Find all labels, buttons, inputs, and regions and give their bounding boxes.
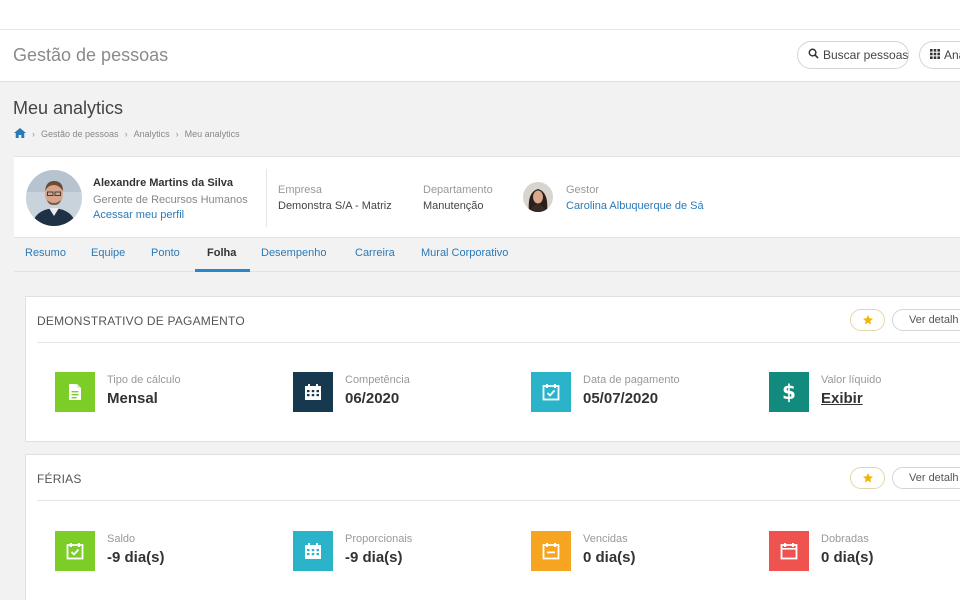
stat-payment-date: Data de pagamento 05/07/2020 — [531, 372, 761, 422]
document-icon — [55, 372, 95, 412]
manager-link[interactable]: Carolina Albuquerque de Sá — [566, 200, 704, 212]
stat-net-value: $ Valor líquido Exibir — [769, 372, 960, 422]
stat-value: 05/07/2020 — [583, 390, 659, 407]
tab-ponto[interactable]: Ponto — [151, 247, 180, 259]
stat-value: 0 dia(s) — [583, 549, 636, 566]
breadcrumb-item[interactable]: Analytics — [134, 129, 170, 139]
calendar-blank-icon — [769, 531, 809, 571]
stat-label: Tipo de cálculo — [107, 374, 181, 386]
stat-label: Vencidas — [583, 533, 628, 545]
stat-period: Competência 06/2020 — [293, 372, 523, 422]
profile-link[interactable]: Acessar meu perfil — [93, 209, 184, 221]
company-value: Demonstra S/A - Matriz — [278, 200, 392, 212]
tab-carreira[interactable]: Carreira — [355, 247, 395, 259]
search-people-button[interactable]: Buscar pessoas — [797, 41, 909, 69]
stat-proportional: Proporcionais -9 dia(s) — [293, 531, 523, 581]
payment-panel: DEMONSTRATIVO DE PAGAMENTO Ver detalh Ti… — [25, 296, 960, 442]
home-icon[interactable] — [14, 128, 26, 140]
stat-calculation-type: Tipo de cálculo Mensal — [55, 372, 285, 422]
manager-avatar — [523, 182, 553, 212]
stat-expired: Vencidas 0 dia(s) — [531, 531, 761, 581]
show-net-value-link[interactable]: Exibir — [821, 390, 863, 407]
stat-label: Dobradas — [821, 533, 869, 545]
stat-label: Data de pagamento — [583, 374, 680, 386]
chevron-right-icon: › — [32, 129, 35, 139]
analytics-button[interactable]: Ana — [919, 41, 960, 69]
panel-title: DEMONSTRATIVO DE PAGAMENTO — [37, 314, 245, 328]
breadcrumb-item[interactable]: Gestão de pessoas — [41, 129, 119, 139]
vacation-panel: FÉRIAS Ver detalh Saldo -9 dia(s) Propor… — [25, 454, 960, 600]
chevron-right-icon: › — [175, 129, 179, 139]
calendar-check-icon — [55, 531, 95, 571]
page-title: Meu analytics — [13, 98, 124, 118]
stat-balance: Saldo -9 dia(s) — [55, 531, 285, 581]
search-people-label: Buscar pessoas — [823, 48, 909, 62]
breadcrumb-item: Meu analytics — [184, 129, 240, 139]
stat-value: -9 dia(s) — [345, 549, 403, 566]
tab-mural-corporativo[interactable]: Mural Corporativo — [421, 247, 508, 259]
stat-value: Mensal — [107, 390, 158, 407]
stat-label: Saldo — [107, 533, 136, 545]
grid-icon — [930, 48, 940, 62]
favorite-button[interactable] — [850, 467, 885, 489]
browser-top-strip — [0, 0, 960, 30]
calendar-grid-icon — [293, 531, 333, 571]
department-value: Manutenção — [423, 200, 484, 212]
stat-value: -9 dia(s) — [107, 549, 165, 566]
favorite-button[interactable] — [850, 309, 885, 331]
avatar — [26, 170, 82, 226]
app-header: Gestão de pessoas Buscar pessoas Ana — [0, 30, 960, 82]
company-label: Empresa — [278, 184, 323, 196]
calendar-check-icon — [531, 372, 571, 412]
department-label: Departamento — [423, 184, 493, 196]
user-role: Gerente de Recursos Humanos — [93, 194, 248, 206]
search-icon — [808, 48, 819, 62]
profile-card: Alexandre Martins da Silva Gerente de Re… — [14, 156, 960, 238]
star-icon — [862, 315, 873, 325]
manager-label: Gestor — [566, 184, 600, 196]
analytics-label: Ana — [944, 48, 960, 62]
view-details-button[interactable]: Ver detalh — [892, 467, 960, 489]
stat-label: Proporcionais — [345, 533, 413, 545]
stat-label: Competência — [345, 374, 410, 386]
view-details-button[interactable]: Ver detalh — [892, 309, 960, 331]
stat-label: Valor líquido — [821, 374, 882, 386]
stat-value: 06/2020 — [345, 390, 400, 407]
stat-value: 0 dia(s) — [821, 549, 874, 566]
divider — [37, 500, 960, 501]
tab-resumo[interactable]: Resumo — [25, 247, 66, 259]
active-tab-indicator — [195, 269, 250, 272]
divider — [266, 169, 267, 227]
calendar-grid-icon — [293, 372, 333, 412]
star-icon — [862, 473, 873, 483]
app-title: Gestão de pessoas — [13, 45, 169, 65]
breadcrumb: › Gestão de pessoas › Analytics › Meu an… — [14, 128, 240, 140]
divider — [37, 342, 960, 343]
panel-title: FÉRIAS — [37, 472, 82, 486]
tab-equipe[interactable]: Equipe — [91, 247, 125, 259]
dollar-icon: $ — [769, 372, 809, 412]
calendar-minus-icon — [531, 531, 571, 571]
stat-doubled: Dobradas 0 dia(s) — [769, 531, 960, 581]
tab-folha[interactable]: Folha — [207, 247, 236, 259]
user-name: Alexandre Martins da Silva — [93, 177, 233, 189]
tab-bar: Resumo Equipe Ponto Folha Desempenho Car… — [14, 238, 960, 272]
tab-desempenho[interactable]: Desempenho — [261, 247, 326, 259]
chevron-right-icon: › — [124, 129, 128, 139]
